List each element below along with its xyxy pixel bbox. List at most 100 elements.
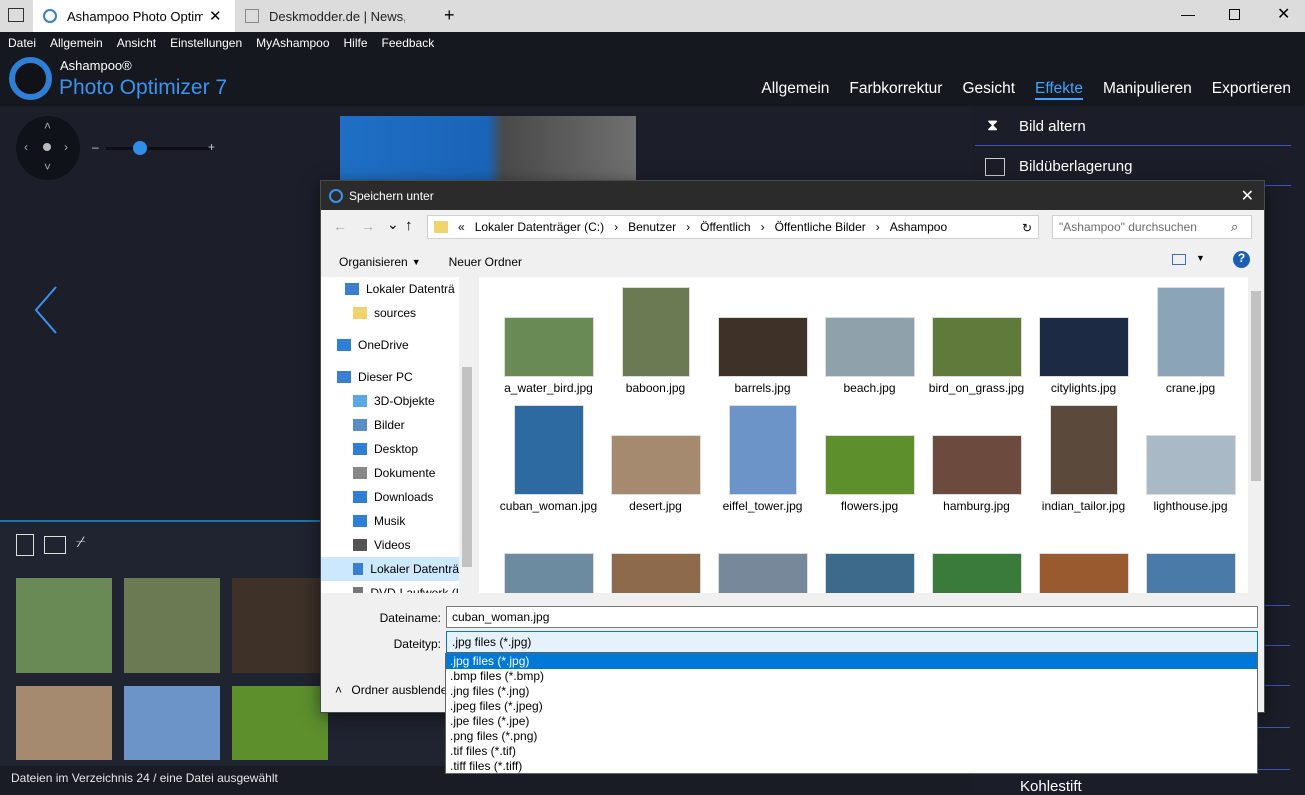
add-folder-icon[interactable] — [44, 536, 66, 554]
nav-item[interactable]: Dieser PC — [337, 365, 459, 389]
file-item[interactable]: beach.jpg — [816, 285, 923, 395]
center-dot-icon[interactable] — [43, 143, 51, 151]
nav-item[interactable]: Downloads — [353, 485, 459, 509]
thumbnail[interactable] — [124, 578, 220, 673]
file-item[interactable] — [1030, 521, 1137, 593]
nav-item[interactable]: OneDrive — [337, 333, 459, 357]
nav-item[interactable]: 3D-Objekte — [353, 389, 459, 413]
scrollbar-thumb[interactable] — [462, 367, 472, 567]
file-item[interactable]: cuban_woman.jpg — [495, 403, 602, 513]
file-item[interactable]: hamburg.jpg — [923, 403, 1030, 513]
tab-manipulieren[interactable]: Manipulieren — [1103, 80, 1192, 100]
close-icon[interactable]: ✕ — [1241, 186, 1254, 206]
tab-exportieren[interactable]: Exportieren — [1212, 80, 1291, 100]
file-item[interactable] — [923, 521, 1030, 593]
file-item[interactable]: a_water_bird.jpg — [495, 285, 602, 395]
file-item[interactable]: citylights.jpg — [1030, 285, 1137, 395]
browser-tab-deskmodder[interactable]: Deskmodder.de | News, Tip — [235, 0, 435, 32]
nav-item[interactable]: Lokaler Datenträ — [321, 557, 459, 581]
menu-myashampoo[interactable]: MyAshampoo — [256, 36, 329, 50]
tab-effekte[interactable]: Effekte — [1035, 80, 1083, 100]
view-icon[interactable] — [1172, 254, 1186, 265]
filetype-option[interactable]: .jpeg files (*.jpeg) — [446, 699, 1257, 714]
new-folder-button[interactable]: Neuer Ordner — [449, 255, 522, 269]
file-scrollbar[interactable] — [1248, 277, 1264, 593]
nav-scrollbar[interactable] — [459, 277, 476, 593]
file-item[interactable] — [709, 521, 816, 593]
nav-item[interactable]: Musik — [353, 509, 459, 533]
menu-hilfe[interactable]: Hilfe — [344, 36, 368, 50]
menu-feedback[interactable]: Feedback — [382, 36, 435, 50]
thumbnail[interactable] — [16, 578, 112, 673]
chevron-down-icon[interactable]: ˅ — [44, 160, 51, 174]
file-item[interactable]: lighthouse.jpg — [1137, 403, 1244, 513]
file-item[interactable] — [816, 521, 923, 593]
chevron-down-icon[interactable]: ⌄ — [387, 216, 399, 233]
tab-overview-icon[interactable] — [8, 8, 24, 22]
organize-button[interactable]: Organisieren — [339, 255, 408, 269]
filetype-option[interactable]: .tif files (*.tif) — [446, 744, 1257, 759]
new-file-icon[interactable] — [16, 534, 34, 556]
thumbnail[interactable] — [124, 686, 220, 760]
pan-control[interactable]: ˄ ‹ › ˅ — [16, 116, 80, 180]
filetype-option[interactable]: .jpe files (*.jpe) — [446, 714, 1257, 729]
new-tab-icon[interactable]: + — [444, 5, 455, 26]
breadcrumb-item[interactable]: Lokaler Datenträger (C:) — [475, 220, 604, 234]
menu-datei[interactable]: Datei — [8, 36, 36, 50]
breadcrumb-item[interactable]: Öffentliche Bilder — [775, 220, 866, 234]
clear-icon[interactable]: ⌿ — [76, 534, 86, 552]
file-item[interactable]: flowers.jpg — [816, 403, 923, 513]
file-item[interactable]: desert.jpg — [602, 403, 709, 513]
previous-image-button[interactable] — [32, 285, 60, 335]
file-item[interactable]: indian_tailor.jpg — [1030, 403, 1137, 513]
nav-item[interactable]: sources — [353, 301, 459, 325]
tab-allgemein[interactable]: Allgemein — [761, 80, 829, 100]
breadcrumb-overflow[interactable]: « — [458, 220, 465, 234]
filetype-option[interactable]: .jng files (*.jng) — [446, 684, 1257, 699]
breadcrumb-item[interactable]: Benutzer — [628, 220, 676, 234]
chevron-right-icon[interactable]: › — [64, 140, 68, 154]
file-item[interactable]: barrels.jpg — [709, 285, 816, 395]
filename-input[interactable]: cuban_woman.jpg — [446, 606, 1258, 628]
file-item[interactable]: eiffel_tower.jpg — [709, 403, 816, 513]
forward-icon[interactable]: → — [361, 218, 375, 234]
breadcrumb-item[interactable]: Ashampoo — [890, 220, 947, 234]
nav-item[interactable]: Lokaler Datenträ — [345, 277, 459, 301]
nav-item[interactable]: Desktop — [353, 437, 459, 461]
tab-gesicht[interactable]: Gesicht — [962, 80, 1015, 100]
minimize-icon[interactable]: — — [1181, 6, 1195, 22]
search-icon[interactable]: ⌕ — [1231, 219, 1238, 235]
thumbnail[interactable] — [232, 578, 328, 673]
thumbnail[interactable] — [16, 686, 112, 760]
nav-item[interactable]: Videos — [353, 533, 459, 557]
chevron-left-icon[interactable]: ‹ — [24, 140, 28, 154]
browser-tab-ashampoo[interactable]: Ashampoo Photo Optim ✕ — [33, 0, 235, 32]
tab-farbkorrektur[interactable]: Farbkorrektur — [849, 80, 942, 100]
chevron-down-icon[interactable]: ▼ — [1196, 253, 1205, 263]
menu-einstellungen[interactable]: Einstellungen — [170, 36, 242, 50]
filetype-option[interactable]: .tiff files (*.tiff) — [446, 759, 1257, 774]
zoom-slider[interactable] — [106, 147, 212, 150]
close-icon[interactable]: ✕ — [209, 7, 222, 25]
effect-bild-altern[interactable]: ⧗ Bild altern — [975, 108, 1291, 146]
zoom-in-icon[interactable]: + — [208, 140, 215, 154]
refresh-icon[interactable]: ↻ — [1022, 221, 1032, 235]
effect-kohlestift[interactable]: Kohlestift — [1020, 778, 1082, 795]
thumbnail[interactable] — [232, 686, 328, 760]
address-bar[interactable]: « Lokaler Datenträger (C:) › Benutzer › Öf… — [427, 215, 1039, 239]
help-icon[interactable]: ? — [1233, 251, 1250, 268]
file-item[interactable]: baboon.jpg — [602, 285, 709, 395]
menu-allgemein[interactable]: Allgemein — [50, 36, 103, 50]
hide-folders-toggle[interactable]: ˄ Ordner ausblende — [335, 683, 447, 697]
search-input[interactable]: "Ashampoo" durchsuchen — [1052, 215, 1252, 239]
scrollbar-thumb[interactable] — [1251, 291, 1261, 481]
nav-item[interactable]: DVD-Laufwerk (I — [353, 581, 459, 593]
nav-item[interactable]: Bilder — [353, 413, 459, 437]
close-window-icon[interactable]: ✕ — [1277, 4, 1290, 24]
breadcrumb-item[interactable]: Öffentlich — [700, 220, 750, 234]
maximize-icon[interactable] — [1229, 9, 1240, 20]
file-item[interactable] — [1137, 521, 1244, 593]
filetype-option[interactable]: .bmp files (*.bmp) — [446, 669, 1257, 684]
filetype-select[interactable]: .jpg files (*.jpg) — [446, 631, 1258, 653]
filetype-option[interactable]: .jpg files (*.jpg) — [446, 654, 1257, 669]
